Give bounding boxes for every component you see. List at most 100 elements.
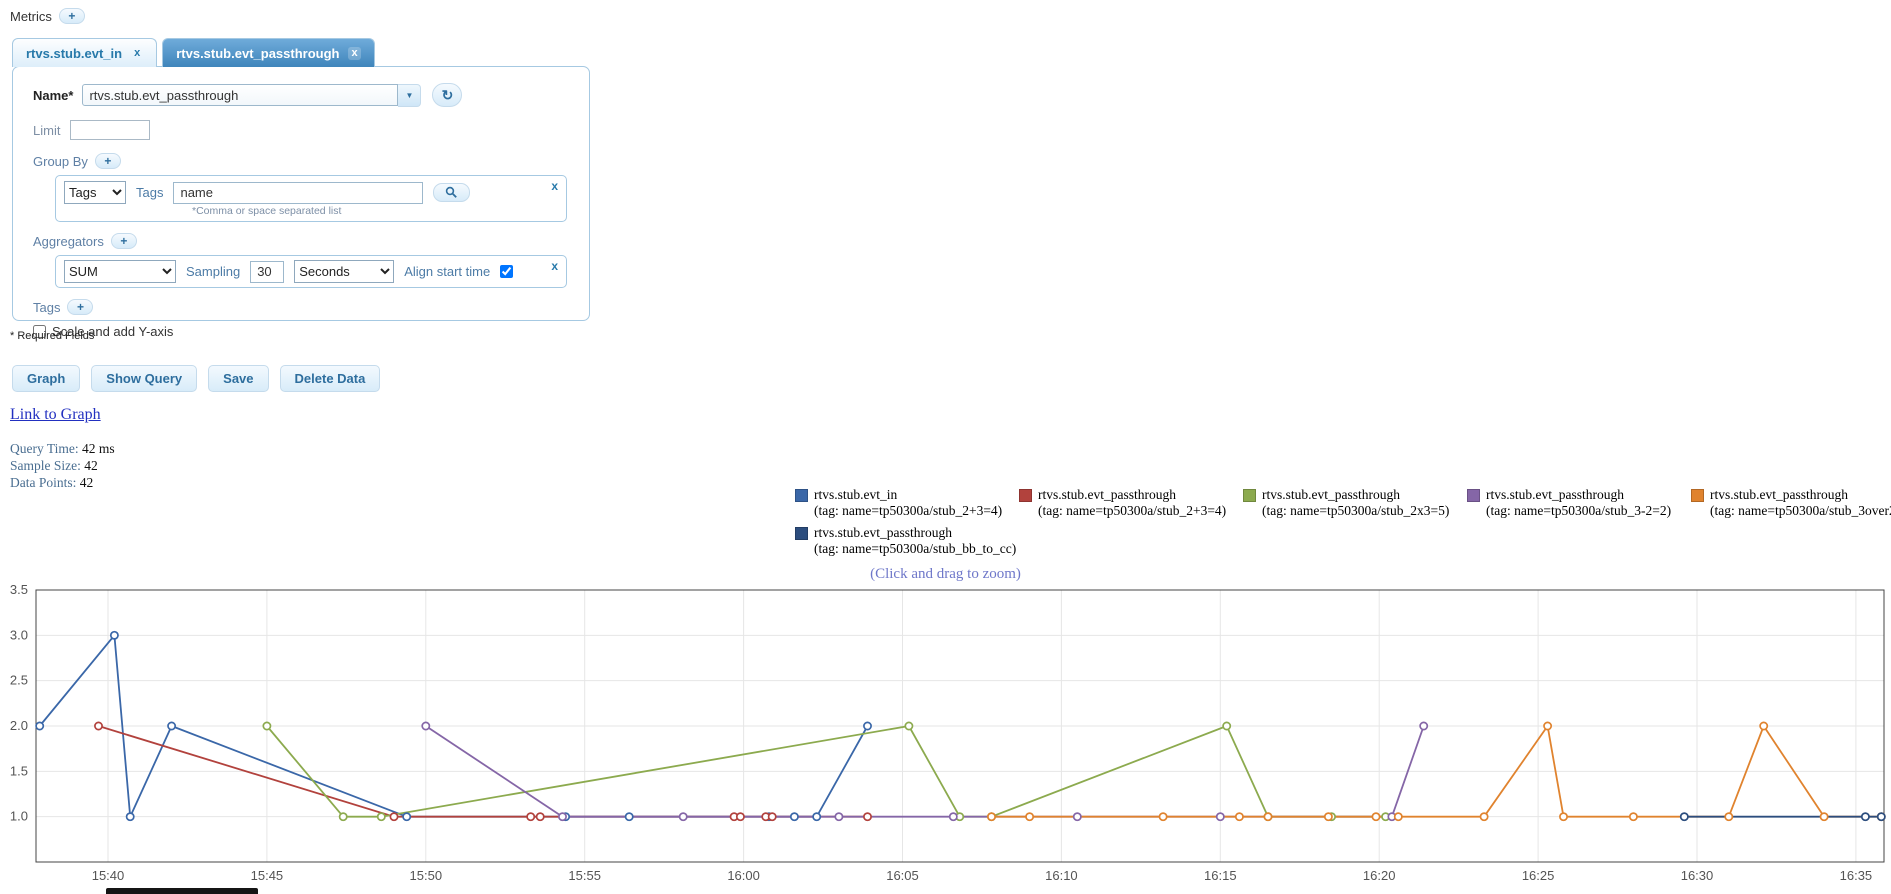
legend-label: rtvs.stub.evt_in (tag: name=tp50300a/stub… bbox=[814, 487, 1003, 518]
sampling-unit-select[interactable]: Seconds bbox=[294, 260, 395, 283]
data-point-marker bbox=[402, 812, 412, 822]
sampling-value-input[interactable] bbox=[250, 260, 285, 283]
query-time-value: 42 ms bbox=[82, 441, 115, 456]
add-tag-button[interactable]: + bbox=[67, 299, 94, 315]
aggregators-label: Aggregators bbox=[33, 233, 104, 249]
tab-evt-passthrough[interactable]: rtvs.stub.evt_passthrough x bbox=[162, 38, 375, 67]
graph-button[interactable]: Graph bbox=[12, 365, 81, 392]
x-tick-label: 16:15 bbox=[1204, 868, 1237, 883]
query-time-label: Query Time: bbox=[10, 441, 79, 456]
save-button[interactable]: Save bbox=[208, 365, 269, 392]
legend-swatch-icon bbox=[1019, 489, 1032, 502]
add-metric-button[interactable]: + bbox=[58, 8, 85, 24]
data-point-marker bbox=[1679, 812, 1689, 822]
data-point-marker bbox=[1543, 721, 1553, 731]
sample-size-row: Sample Size: 42 bbox=[10, 457, 115, 474]
y-tick-label: 2.0 bbox=[10, 718, 28, 733]
tab-close-icon[interactable]: x bbox=[131, 47, 143, 60]
data-point-marker bbox=[735, 812, 745, 822]
legend-swatch-icon bbox=[795, 489, 808, 502]
browser-status-fragment bbox=[106, 888, 258, 894]
y-tick-label: 1.0 bbox=[10, 809, 28, 824]
data-point-marker bbox=[1263, 812, 1273, 822]
query-stats: Query Time: 42 ms Sample Size: 42 Data P… bbox=[10, 440, 115, 491]
name-dropdown-button[interactable]: ▼ bbox=[398, 83, 422, 107]
show-query-button[interactable]: Show Query bbox=[91, 365, 198, 392]
legend-item: rtvs.stub.evt_passthrough (tag: name=tp50… bbox=[1243, 487, 1467, 519]
data-point-marker bbox=[789, 812, 799, 822]
data-point-marker bbox=[834, 812, 844, 822]
x-tick-label: 16:05 bbox=[886, 868, 919, 883]
data-point-marker bbox=[767, 812, 777, 822]
link-to-graph[interactable]: Link to Graph bbox=[10, 406, 101, 424]
group-by-type-select[interactable]: Tags bbox=[64, 181, 126, 204]
legend-swatch-icon bbox=[795, 527, 808, 540]
aggregator-function-select[interactable]: SUM bbox=[64, 260, 176, 283]
tab-close-icon[interactable]: x bbox=[348, 46, 361, 60]
remove-aggregator-icon[interactable]: x bbox=[551, 259, 558, 273]
add-group-by-button[interactable]: + bbox=[94, 153, 121, 169]
legend-label: rtvs.stub.evt_passthrough (tag: name=tp50… bbox=[1486, 487, 1672, 518]
tab-evt-in[interactable]: rtvs.stub.evt_in x bbox=[12, 38, 158, 67]
data-point-marker bbox=[526, 812, 536, 822]
data-point-marker bbox=[1158, 812, 1168, 822]
sampling-label: Sampling bbox=[186, 264, 241, 279]
add-aggregator-button[interactable]: + bbox=[110, 233, 137, 249]
data-point-marker bbox=[987, 812, 996, 822]
data-point-marker bbox=[558, 812, 567, 822]
x-tick-label: 16:30 bbox=[1681, 868, 1714, 883]
remove-group-by-icon[interactable]: x bbox=[551, 179, 558, 193]
legend-item: rtvs.stub.evt_passthrough (tag: name=tp50… bbox=[795, 525, 1019, 557]
data-point-marker bbox=[1876, 812, 1886, 822]
x-tick-label: 15:40 bbox=[92, 868, 125, 883]
sample-size-label: Sample Size: bbox=[10, 458, 81, 473]
data-point-marker bbox=[1559, 812, 1568, 822]
tab-label: rtvs.stub.evt_in bbox=[26, 45, 123, 61]
y-tick-label: 3.5 bbox=[10, 582, 28, 597]
data-point-marker bbox=[125, 812, 135, 822]
tab-label: rtvs.stub.evt_passthrough bbox=[176, 45, 340, 61]
legend-label: rtvs.stub.evt_passthrough (tag: name=tp50… bbox=[814, 525, 1017, 556]
refresh-metrics-button[interactable]: ↻ bbox=[432, 83, 463, 107]
data-points-row: Data Points: 42 bbox=[10, 474, 115, 491]
data-point-marker bbox=[1234, 812, 1244, 822]
chevron-down-icon: ▼ bbox=[405, 90, 414, 100]
name-label: Name* bbox=[33, 87, 74, 103]
data-point-marker bbox=[812, 812, 822, 822]
aggregator-box: SUM Sampling Seconds Align start time x bbox=[55, 255, 567, 288]
tags-hint: *Comma or space separated list bbox=[192, 205, 342, 217]
data-point-marker bbox=[863, 721, 872, 731]
data-point-marker bbox=[1419, 721, 1429, 731]
data-point-marker bbox=[624, 812, 634, 822]
limit-input[interactable] bbox=[70, 120, 151, 140]
metric-name-input[interactable] bbox=[82, 84, 399, 106]
group-by-label: Group By bbox=[33, 153, 88, 169]
search-icon bbox=[446, 186, 458, 198]
metrics-header: Metrics + bbox=[10, 8, 85, 24]
refresh-icon: ↻ bbox=[441, 86, 454, 103]
align-start-time-checkbox[interactable] bbox=[500, 265, 514, 278]
data-point-marker bbox=[1479, 812, 1489, 822]
y-tick-label: 1.5 bbox=[10, 763, 28, 778]
group-by-tags-label: Tags bbox=[136, 185, 164, 200]
legend-swatch-icon bbox=[1467, 489, 1480, 502]
data-point-marker bbox=[338, 812, 348, 822]
group-by-box: Tags Tags *Comma or space separated list… bbox=[55, 175, 567, 222]
data-points-label: Data Points: bbox=[10, 475, 77, 490]
group-by-tags-input[interactable] bbox=[173, 181, 424, 204]
data-point-marker bbox=[421, 721, 431, 731]
data-point-marker bbox=[376, 812, 386, 822]
metrics-line-chart[interactable]: 15:40 15:45 15:50 15:55 16:00 16:05 16:10 16:15… bbox=[0, 580, 1891, 894]
delete-data-button[interactable]: Delete Data bbox=[279, 365, 381, 392]
data-point-marker bbox=[94, 721, 103, 731]
limit-label: Limit bbox=[33, 122, 61, 138]
data-point-marker bbox=[1323, 812, 1333, 822]
data-point-marker bbox=[863, 812, 872, 822]
y-tick-label: 2.5 bbox=[10, 673, 28, 688]
data-point-marker bbox=[1072, 812, 1082, 822]
data-point-marker bbox=[1759, 721, 1769, 731]
tag-search-button[interactable] bbox=[433, 183, 471, 202]
chart-legend: rtvs.stub.evt_in (tag: name=tp50300a/stub… bbox=[795, 487, 1891, 563]
data-point-marker bbox=[1724, 812, 1734, 822]
data-point-marker bbox=[948, 812, 958, 822]
